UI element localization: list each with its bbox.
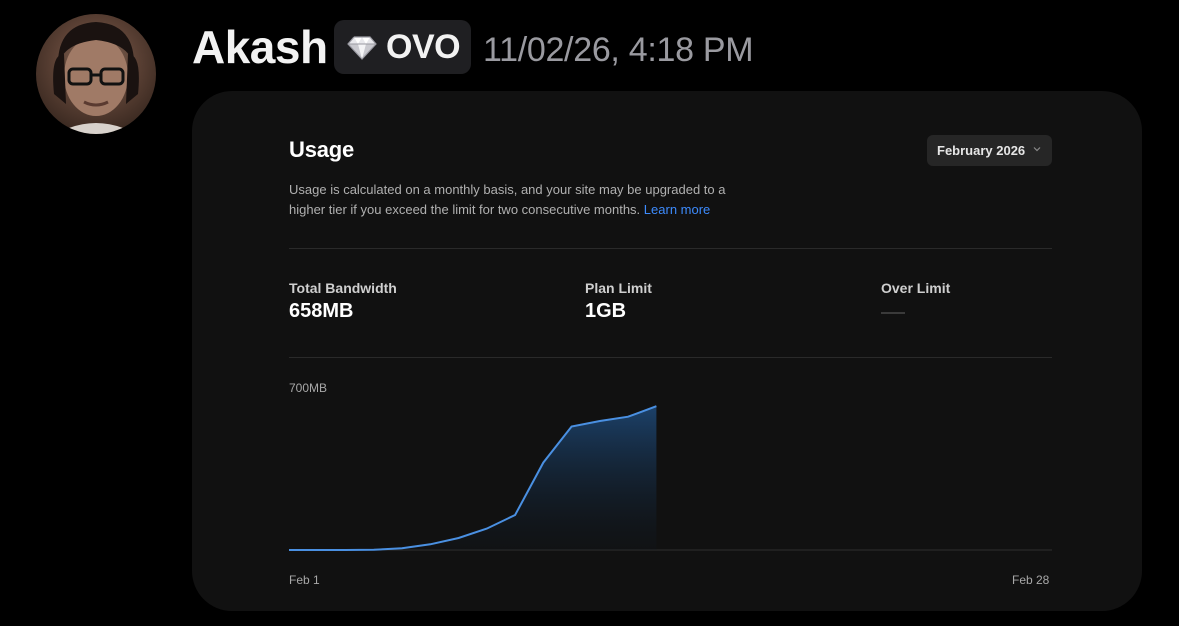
chevron-down-icon <box>1033 147 1041 152</box>
guild-tag[interactable]: OVO <box>334 20 471 74</box>
divider <box>289 357 1052 358</box>
x-axis-start-label: Feb 1 <box>289 573 320 587</box>
learn-more-link[interactable]: Learn more <box>644 202 710 217</box>
total-bandwidth-label: Total Bandwidth <box>289 280 397 296</box>
guild-tag-text: OVO <box>386 27 461 66</box>
over-limit-label: Over Limit <box>881 280 951 296</box>
divider <box>289 248 1052 249</box>
bandwidth-chart <box>289 405 1052 551</box>
total-bandwidth-value: 658MB <box>289 300 354 322</box>
over-limit-empty-value <box>881 312 905 314</box>
avatar[interactable] <box>36 14 156 134</box>
gem-icon <box>347 36 377 60</box>
usage-title: Usage <box>289 137 355 162</box>
x-axis-end-label: Feb 28 <box>1012 573 1050 587</box>
plan-limit-label: Plan Limit <box>585 280 652 296</box>
author-name[interactable]: Akash <box>192 20 328 74</box>
usage-area <box>289 406 657 550</box>
plan-limit-value: 1GB <box>585 300 627 322</box>
month-select[interactable]: February 2026 <box>927 135 1052 166</box>
usage-description: Usage is calculated on a monthly basis, … <box>289 180 759 220</box>
month-select-value: February 2026 <box>937 143 1026 158</box>
message-timestamp: 11/02/26, 4:18 PM <box>483 31 754 69</box>
